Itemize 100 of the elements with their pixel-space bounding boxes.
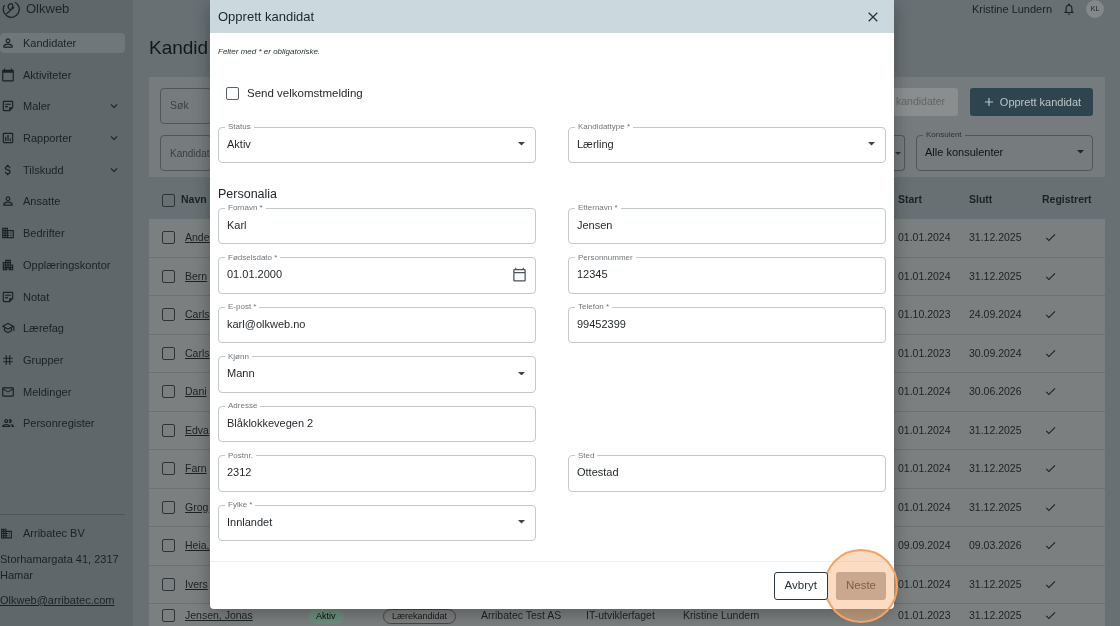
hash-icon xyxy=(1,352,15,367)
table-cell: 01.01.2024 xyxy=(898,577,951,591)
candidate-name-link[interactable]: Edva xyxy=(185,423,209,437)
table-cell: 01.01.2024 xyxy=(898,462,951,476)
buildings-icon xyxy=(1,257,15,272)
required-fields-note: Felter med * er obligatoriske. xyxy=(218,47,321,57)
nav-item[interactable]: Aktiviteter xyxy=(0,64,125,85)
organization-address: Storhamargata 41, 2317 Hamar xyxy=(0,552,120,583)
building-icon xyxy=(1,226,15,241)
table-cell: 01.01.2024 xyxy=(898,385,951,399)
bar-chart-icon xyxy=(1,131,15,146)
graduation-cap-icon xyxy=(1,321,15,336)
caret-icon xyxy=(868,142,875,146)
candidate-name-link[interactable]: Grog xyxy=(185,500,209,514)
candidate-name-link[interactable]: Farn xyxy=(185,462,207,476)
checkbox[interactable] xyxy=(162,500,175,514)
checkbox[interactable] xyxy=(226,86,239,100)
table-cell: Arribatec Test AS xyxy=(481,609,562,622)
table-cell: 01.01.2024 xyxy=(898,500,951,514)
dropdown-field[interactable]: Fylke * Innlandet xyxy=(218,500,536,541)
nav-item[interactable]: Maler xyxy=(0,96,125,117)
checkbox[interactable] xyxy=(162,423,175,437)
caret-icon xyxy=(1077,150,1084,154)
table-cell: 31.12.2025 xyxy=(969,577,1022,591)
checkbox[interactable] xyxy=(162,231,175,245)
caret-icon xyxy=(895,151,901,155)
nav-item[interactable]: Kandidater xyxy=(0,33,125,53)
note-icon xyxy=(1,289,15,304)
bell-icon[interactable] xyxy=(1062,2,1076,16)
checkbox[interactable] xyxy=(162,346,175,360)
table-cell: 31.12.2025 xyxy=(969,269,1022,283)
table-cell: 30.06.2026 xyxy=(969,385,1022,399)
note-icon xyxy=(1,99,15,114)
dropdown-field[interactable]: Kandidattype * Lærling xyxy=(568,122,886,163)
logo-icon xyxy=(0,0,22,18)
candidate-name-link[interactable]: Ivers xyxy=(185,577,208,591)
date-field[interactable]: Fødselsdato * 01.01.2000 xyxy=(218,252,536,294)
nav-item[interactable]: Lærefag xyxy=(0,318,125,339)
checkbox-label[interactable]: Send velkomstmelding xyxy=(247,86,363,100)
person-icon xyxy=(1,194,15,209)
nav-item[interactable]: Opplæringskontor xyxy=(0,254,125,275)
table-cell: 24.09.2024 xyxy=(969,308,1022,322)
close-icon[interactable] xyxy=(868,11,878,22)
nav-item[interactable]: Notat xyxy=(0,286,125,307)
nav-item[interactable]: Meldinger xyxy=(0,381,125,402)
checkbox[interactable] xyxy=(162,539,175,553)
checkbox[interactable] xyxy=(162,609,175,622)
nav-item[interactable]: Personregister xyxy=(0,413,125,434)
candidate-name-link[interactable]: Ande xyxy=(185,231,210,245)
create-candidate-button[interactable]: Opprett kandidat xyxy=(970,88,1093,116)
mail-icon xyxy=(1,384,15,399)
candidate-name-link[interactable]: Bern xyxy=(185,269,208,283)
nav-item[interactable]: Rapporter xyxy=(0,128,125,149)
checkbox[interactable] xyxy=(162,462,175,476)
text-field[interactable]: Telefon * 99452399 xyxy=(568,302,886,343)
candidate-name-link[interactable]: Heia, xyxy=(185,539,210,553)
dropdown-field[interactable]: Kjønn Mann xyxy=(218,351,536,393)
candidate-name-link[interactable]: Carls xyxy=(185,346,210,360)
candidate-name-link[interactable]: Dani xyxy=(185,385,207,399)
table-cell: 31.12.2025 xyxy=(969,500,1022,514)
text-field[interactable]: Sted Ottestad xyxy=(568,450,886,492)
checkbox[interactable] xyxy=(162,308,175,322)
table-cell: 01.01.2023 xyxy=(898,609,951,622)
organization-name: Arribatec BV xyxy=(23,526,85,540)
column-header: Navn xyxy=(181,192,207,208)
checkbox[interactable] xyxy=(162,577,175,591)
person-icon xyxy=(1,36,15,50)
text-field[interactable]: Adresse Blåklokkevegen 2 xyxy=(218,401,536,442)
user-name: Kristine Lundern xyxy=(971,2,1052,16)
table-cell: 01.01.2024 xyxy=(898,269,951,283)
nav-item[interactable]: Ansatte xyxy=(0,191,125,212)
nav-item[interactable]: Bedrifter xyxy=(0,223,125,244)
column-header: Slutt xyxy=(969,192,993,208)
caret-icon xyxy=(518,520,525,524)
candidate-name-link[interactable]: Jensen, Jonas xyxy=(185,609,253,622)
checkbox[interactable] xyxy=(162,269,175,283)
candidate-name-link[interactable]: Carls xyxy=(185,308,210,322)
table-cell: 01.01.2024 xyxy=(898,231,951,245)
text-field[interactable]: Personnummer 12345 xyxy=(568,252,886,294)
table-cell: 01.10.2023 xyxy=(898,308,951,322)
table-cell: IT-utviklerfaget xyxy=(586,609,655,622)
email-link[interactable]: Olkweb@arribatec.com xyxy=(0,593,115,607)
text-field[interactable]: Fornavn * Karl xyxy=(218,203,536,244)
table-cell: Kristine Lundern xyxy=(683,609,760,622)
building-icon xyxy=(0,526,13,540)
text-field[interactable]: Etternavn * Jensen xyxy=(568,203,886,244)
table-cell: 01.01.2024 xyxy=(898,423,951,437)
page-title: Kandid xyxy=(149,37,209,59)
nav-item[interactable]: Grupper xyxy=(0,349,125,370)
nav-item[interactable]: Tilskudd xyxy=(0,159,125,180)
checkbox[interactable] xyxy=(162,385,175,399)
calendar-icon[interactable] xyxy=(512,267,527,282)
checkbox[interactable] xyxy=(162,193,175,207)
dropdown-field[interactable]: Status Aktiv xyxy=(218,122,536,163)
text-field[interactable]: E-post * karl@olkweb.no xyxy=(218,302,536,343)
text-field[interactable]: Postnr. 2312 xyxy=(218,450,536,492)
table-cell: 01.01.2023 xyxy=(898,346,951,360)
consultant-select[interactable]: Konsulent Alle konsulenter xyxy=(916,130,1093,171)
cancel-button[interactable]: Avbryt xyxy=(773,571,828,600)
logo-text: Olkweb xyxy=(26,1,70,17)
